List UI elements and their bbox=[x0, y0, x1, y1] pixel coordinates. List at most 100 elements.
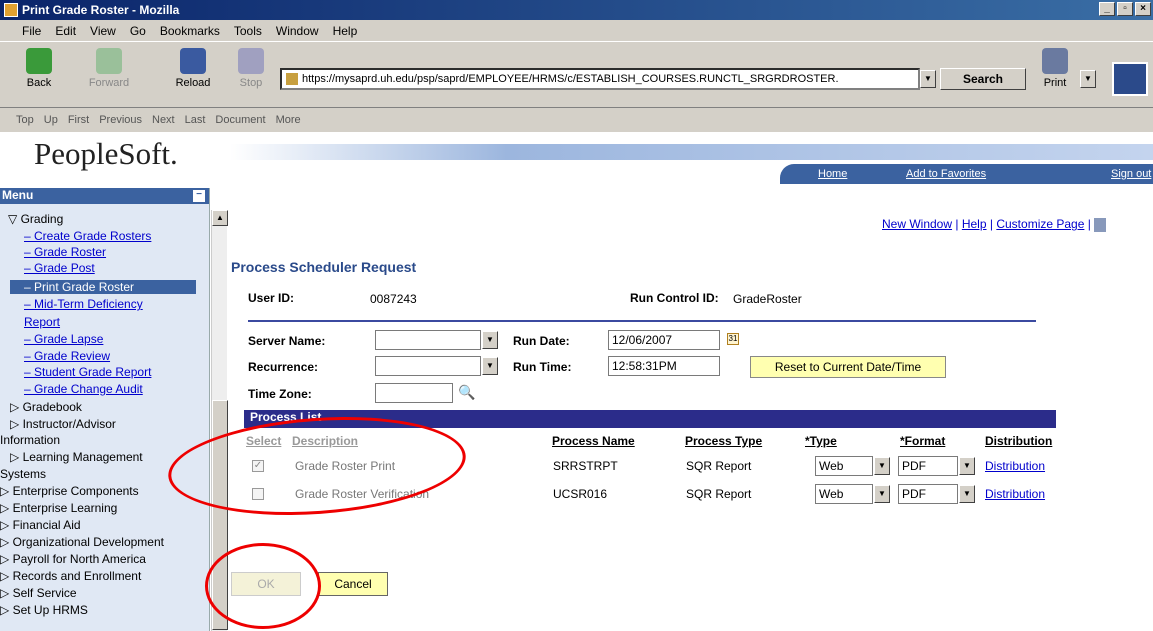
cancel-button[interactable]: Cancel bbox=[318, 572, 388, 596]
server-dropdown-icon[interactable]: ▼ bbox=[482, 331, 498, 349]
menu-help[interactable]: Help bbox=[333, 24, 358, 38]
back-arrow-icon bbox=[26, 48, 52, 74]
sidebar-item[interactable]: ▷ Payroll for North America bbox=[0, 552, 146, 566]
print-button[interactable]: Print bbox=[1030, 46, 1080, 89]
sidebar-item[interactable]: ▷ Self Service bbox=[0, 586, 77, 600]
run-date-input[interactable]: 12/06/2007 bbox=[608, 330, 720, 350]
row1-format-select[interactable]: PDF bbox=[898, 456, 958, 476]
customize-page-link[interactable]: Customize Page bbox=[996, 217, 1084, 231]
run-date-label: Run Date: bbox=[513, 334, 570, 348]
restore-button[interactable]: ▫ bbox=[1117, 2, 1133, 16]
menu-view[interactable]: View bbox=[90, 24, 116, 38]
close-button[interactable]: × bbox=[1135, 2, 1151, 16]
row1-type-select[interactable]: Web bbox=[815, 456, 873, 476]
menu-bookmarks[interactable]: Bookmarks bbox=[160, 24, 220, 38]
lookup-icon[interactable]: 🔍 bbox=[458, 384, 475, 401]
forward-button[interactable]: Forward bbox=[84, 46, 134, 89]
sidebar-item[interactable]: ▷ Gradebook bbox=[10, 400, 82, 414]
col-process-type: Process Type bbox=[685, 434, 763, 448]
sidebar-item[interactable]: ▷ Financial Aid bbox=[0, 518, 81, 532]
menu-go[interactable]: Go bbox=[130, 24, 146, 38]
link-separator: | bbox=[955, 217, 959, 231]
sidebar-item[interactable]: – Grade Post bbox=[24, 261, 95, 275]
row1-distribution-link[interactable]: Distribution bbox=[985, 459, 1045, 473]
nav-previous[interactable]: Previous bbox=[99, 114, 142, 126]
sidebar-item[interactable]: Information bbox=[0, 433, 60, 447]
help-link[interactable]: Help bbox=[962, 217, 987, 231]
sidebar-item[interactable]: – Grade Lapse bbox=[24, 332, 103, 346]
sidebar-item[interactable]: ▷ Learning Management bbox=[10, 450, 143, 464]
search-button[interactable]: Search bbox=[940, 68, 1026, 90]
row2-format-dropdown-icon[interactable]: ▼ bbox=[959, 485, 975, 503]
sidebar-item[interactable]: ▷ Set Up HRMS bbox=[0, 603, 88, 617]
sidebar-item[interactable]: Report bbox=[24, 315, 60, 329]
back-label: Back bbox=[26, 77, 52, 89]
row2-type-dropdown-icon[interactable]: ▼ bbox=[874, 485, 890, 503]
collapse-menu-button[interactable]: − bbox=[193, 190, 205, 202]
col-format: *Format bbox=[900, 434, 946, 448]
nav-next[interactable]: Next bbox=[152, 114, 175, 126]
row1-format-dropdown-icon[interactable]: ▼ bbox=[959, 457, 975, 475]
print-dropdown-button[interactable]: ▼ bbox=[1080, 70, 1096, 88]
new-window-link[interactable]: New Window bbox=[882, 217, 952, 231]
header-band bbox=[230, 144, 1153, 160]
recurrence-dropdown-icon[interactable]: ▼ bbox=[482, 357, 498, 375]
time-zone-input[interactable] bbox=[375, 383, 453, 403]
sidebar-item[interactable]: – Grade Review bbox=[24, 349, 110, 363]
header-links-bar: Home Add to Favorites Sign out bbox=[780, 164, 1153, 184]
url-field[interactable]: https://mysaprd.uh.edu/psp/saprd/EMPLOYE… bbox=[280, 68, 920, 90]
sidebar-item[interactable]: ▷ Instructor/Advisor bbox=[10, 417, 116, 431]
url-dropdown-button[interactable]: ▼ bbox=[920, 70, 936, 88]
recurrence-select[interactable] bbox=[375, 356, 481, 376]
sidebar-item[interactable]: – Mid-Term Deficiency bbox=[24, 297, 143, 311]
sidebar-item[interactable]: ▷ Enterprise Components bbox=[0, 484, 139, 498]
sidebar-item[interactable]: – Student Grade Report bbox=[24, 365, 151, 379]
time-zone-label: Time Zone: bbox=[248, 387, 312, 401]
menu-file[interactable]: File bbox=[22, 24, 41, 38]
reset-date-time-button[interactable]: Reset to Current Date/Time bbox=[750, 356, 946, 378]
sidebar-item[interactable]: – Print Grade Roster bbox=[10, 280, 196, 294]
back-button[interactable]: Back bbox=[14, 46, 64, 89]
server-name-select[interactable] bbox=[375, 330, 481, 350]
menu-edit[interactable]: Edit bbox=[55, 24, 76, 38]
menu-window[interactable]: Window bbox=[276, 24, 319, 38]
nav-document[interactable]: Document bbox=[215, 114, 265, 126]
row2-process-name: UCSR016 bbox=[553, 487, 608, 501]
user-id-label: User ID: bbox=[248, 291, 295, 305]
sidebar-item[interactable]: – Grade Roster bbox=[24, 245, 106, 259]
nav-top[interactable]: Top bbox=[16, 114, 34, 126]
run-time-input[interactable]: 12:58:31PM bbox=[608, 356, 720, 376]
sidebar-item[interactable]: – Create Grade Rosters bbox=[24, 229, 151, 243]
reload-button[interactable]: Reload bbox=[168, 46, 218, 89]
calendar-icon[interactable]: 31 bbox=[727, 333, 739, 345]
sidebar-item[interactable]: ▷ Records and Enrollment bbox=[0, 569, 141, 583]
stop-button[interactable]: Stop bbox=[226, 46, 276, 89]
menu-tools[interactable]: Tools bbox=[234, 24, 262, 38]
sidebar-item[interactable]: ▽ Grading bbox=[8, 212, 63, 226]
row2-distribution-link[interactable]: Distribution bbox=[985, 487, 1045, 501]
divider bbox=[248, 320, 1036, 322]
scroll-up-button[interactable]: ▲ bbox=[212, 210, 228, 226]
peoplesoft-logo: PeopleSoft. bbox=[34, 136, 178, 171]
sidebar-item[interactable]: Systems bbox=[0, 467, 46, 481]
row2-type-select[interactable]: Web bbox=[815, 484, 873, 504]
sidebar-item[interactable]: ▷ Organizational Development bbox=[0, 535, 164, 549]
add-to-favorites-link[interactable]: Add to Favorites bbox=[906, 168, 986, 180]
link-separator: | bbox=[989, 217, 993, 231]
home-link[interactable]: Home bbox=[818, 168, 847, 180]
mozilla-icon bbox=[4, 3, 18, 17]
user-id-value: 0087243 bbox=[370, 292, 417, 306]
sidebar-item[interactable]: – Grade Change Audit bbox=[24, 382, 143, 396]
http-icon[interactable] bbox=[1094, 217, 1107, 232]
nav-more[interactable]: More bbox=[276, 114, 301, 126]
row2-format-select[interactable]: PDF bbox=[898, 484, 958, 504]
row1-type-dropdown-icon[interactable]: ▼ bbox=[874, 457, 890, 475]
navigation-toolbar: Back Forward Reload Stop https://mysaprd… bbox=[0, 42, 1153, 108]
sidebar-item[interactable]: ▷ Enterprise Learning bbox=[0, 501, 117, 515]
nav-first[interactable]: First bbox=[68, 114, 89, 126]
link-separator: | bbox=[1087, 217, 1091, 231]
nav-up[interactable]: Up bbox=[44, 114, 58, 126]
sign-out-link[interactable]: Sign out bbox=[1111, 168, 1151, 180]
nav-last[interactable]: Last bbox=[185, 114, 206, 126]
minimize-button[interactable]: _ bbox=[1099, 2, 1115, 16]
